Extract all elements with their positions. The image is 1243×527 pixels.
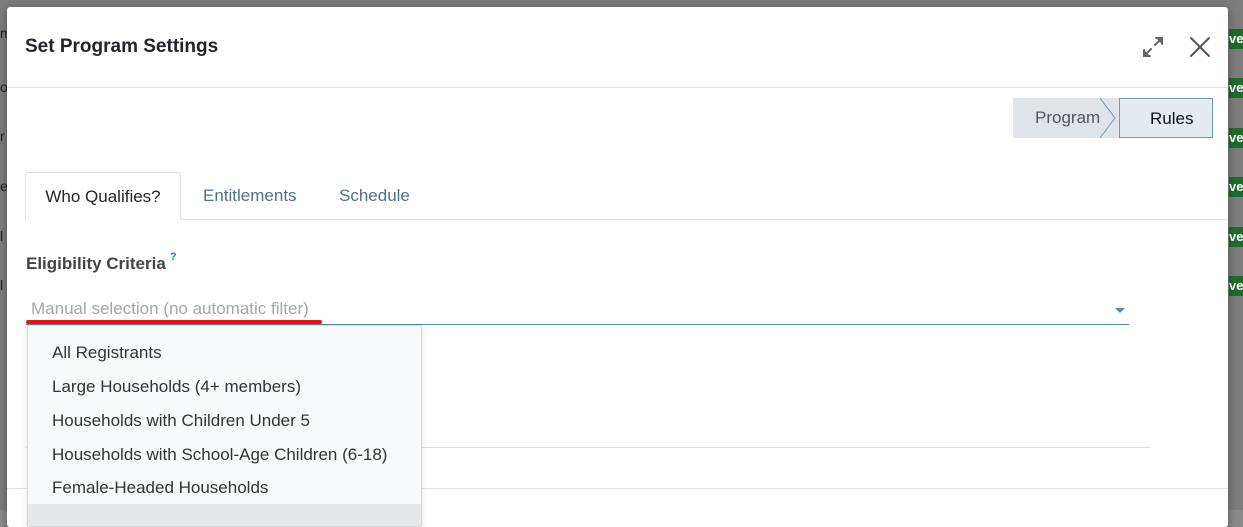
dialog-title: Set Program Settings bbox=[25, 36, 219, 57]
status-badge: ve bbox=[1229, 29, 1243, 49]
field-label-text: Eligibility Criteria bbox=[26, 254, 166, 273]
stage-arrow-icon bbox=[1100, 98, 1116, 138]
caret-down-icon[interactable] bbox=[1115, 308, 1125, 313]
dropdown-option-female-headed[interactable]: Female-Headed Households bbox=[52, 478, 268, 498]
dropdown-option-school-age-children[interactable]: Households with School-Age Children (6-1… bbox=[52, 445, 387, 465]
status-badge: ve bbox=[1229, 276, 1243, 296]
status-badge: ve bbox=[1229, 78, 1243, 98]
eligibility-criteria-label: Eligibility Criteria? bbox=[26, 251, 177, 274]
status-badge: ve bbox=[1229, 177, 1243, 197]
stage-rules[interactable]: Rules bbox=[1119, 98, 1213, 138]
dropdown-option-all-registrants[interactable]: All Registrants bbox=[52, 343, 162, 363]
highlight-underline bbox=[26, 320, 322, 324]
close-icon[interactable] bbox=[1187, 34, 1213, 60]
tab-entitlements[interactable]: Entitlements bbox=[203, 172, 297, 219]
eligibility-dropdown-menu: All Registrants Large Households (4+ mem… bbox=[27, 325, 422, 527]
status-badge: ve bbox=[1229, 128, 1243, 148]
expand-icon[interactable] bbox=[1140, 34, 1166, 60]
tab-who-qualifies[interactable]: Who Qualifies? bbox=[25, 172, 181, 220]
tabs-divider bbox=[25, 219, 1228, 220]
dropdown-option-children-under-5[interactable]: Households with Children Under 5 bbox=[52, 411, 310, 431]
settings-tabs: Who Qualifies? Entitlements Schedule bbox=[25, 172, 1228, 220]
status-badge: ve bbox=[1229, 227, 1243, 247]
tab-schedule[interactable]: Schedule bbox=[339, 172, 410, 219]
select-placeholder: Manual selection (no automatic filter) bbox=[31, 299, 309, 318]
help-icon[interactable]: ? bbox=[170, 251, 177, 263]
dropdown-option-large-households[interactable]: Large Households (4+ members) bbox=[52, 377, 301, 397]
dropdown-option-highlighted[interactable] bbox=[28, 504, 421, 526]
program-settings-dialog: Set Program Settings Program Rules Who Q… bbox=[7, 7, 1228, 527]
dialog-header: Set Program Settings bbox=[7, 7, 1228, 88]
